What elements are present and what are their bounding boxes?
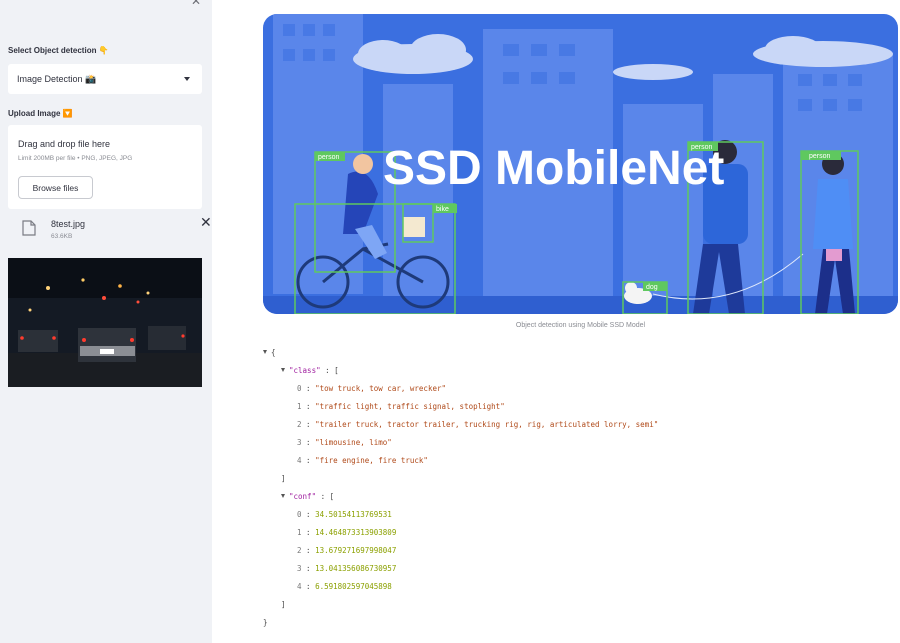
json-key-conf: "conf" (289, 492, 317, 501)
json-conf-value: 13.041356086730957 (315, 564, 397, 573)
json-conf-value: 34.50154113769531 (315, 510, 392, 519)
json-class-value: "limousine, limo" (315, 438, 392, 447)
dropzone-title: Drag and drop file here (18, 139, 111, 149)
json-root: { (263, 344, 276, 362)
json-item: 3 : "limousine, limo" (297, 438, 392, 447)
file-size: 63.6KB (51, 233, 73, 240)
json-item: 2 : "trailer truck, tractor trailer, tru… (297, 420, 659, 429)
arrow-down-icon: 🔽 (62, 109, 73, 118)
json-item: 1 : "traffic light, traffic signal, stop… (297, 402, 505, 411)
json-bracket: } (263, 618, 268, 627)
json-conf-key-row: "conf" : [ (281, 488, 334, 506)
banner-title: SSD MobileNet (383, 142, 724, 195)
upload-label: Upload Image 🔽 (8, 109, 73, 118)
image-caption: Object detection using Mobile SSD Model (515, 322, 646, 329)
tag-bike: bike (436, 206, 449, 213)
ssd-mobilenet-banner: person bike person dog person SSD Mobile… (263, 14, 898, 314)
sidebar-close-icon[interactable]: ✕ (191, 0, 201, 8)
collapse-icon[interactable] (281, 494, 285, 498)
json-class-key-row: "class" : [ (281, 362, 339, 380)
json-conf-value: 13.679271697998047 (315, 546, 397, 555)
json-conf-value: 14.464873313903809 (315, 528, 397, 537)
chevron-down-icon (184, 77, 190, 81)
json-conf-value: 6.591802597045898 (315, 582, 392, 591)
json-class-value: "traffic light, traffic signal, stopligh… (315, 402, 505, 411)
file-icon (22, 220, 36, 236)
json-item: 2 : 13.679271697998047 (297, 546, 397, 555)
file-dropzone[interactable]: Drag and drop file here Limit 200MB per … (8, 125, 202, 209)
collapse-icon[interactable] (281, 368, 285, 372)
json-class-value: "trailer truck, tractor trailer, truckin… (315, 420, 659, 429)
sidebar: ✕ Select Object detection 👇 Image Detect… (0, 0, 212, 643)
tag-person-3: person (809, 153, 831, 160)
select-label-text: Select Object detection (8, 46, 97, 55)
detection-type-select[interactable]: Image Detection 📸 (8, 64, 202, 94)
json-class-value: "fire engine, fire truck" (315, 456, 428, 465)
upload-label-text: Upload Image (8, 109, 61, 118)
dropzone-hint: Limit 200MB per file • PNG, JPEG, JPG (18, 155, 133, 162)
json-item: 0 : 34.50154113769531 (297, 510, 392, 519)
point-down-icon: 👇 (98, 46, 109, 55)
select-value: Image Detection 📸 (17, 74, 97, 84)
select-label: Select Object detection 👇 (8, 46, 109, 55)
json-item: 1 : 14.464873313903809 (297, 528, 397, 537)
collapse-icon[interactable] (263, 350, 267, 354)
json-bracket: ] (281, 600, 286, 609)
remove-file-icon[interactable]: ✕ (200, 214, 212, 231)
json-key-class: "class" (289, 366, 321, 375)
json-class-value: "tow truck, tow car, wrecker" (315, 384, 447, 393)
json-item: 0 : "tow truck, tow car, wrecker" (297, 384, 447, 393)
json-item: 4 : 6.591802597045898 (297, 582, 392, 591)
tag-person-1: person (318, 154, 340, 161)
json-bracket: ] (281, 474, 286, 483)
json-item: 3 : 13.041356086730957 (297, 564, 397, 573)
file-name: 8test.jpg (51, 219, 86, 229)
uploaded-image-preview (8, 258, 202, 387)
browse-files-button[interactable]: Browse files (18, 176, 93, 199)
json-item: 4 : "fire engine, fire truck" (297, 456, 428, 465)
tag-dog: dog (646, 284, 658, 291)
uploaded-file: 8test.jpg 63.6KB ✕ (20, 214, 212, 242)
